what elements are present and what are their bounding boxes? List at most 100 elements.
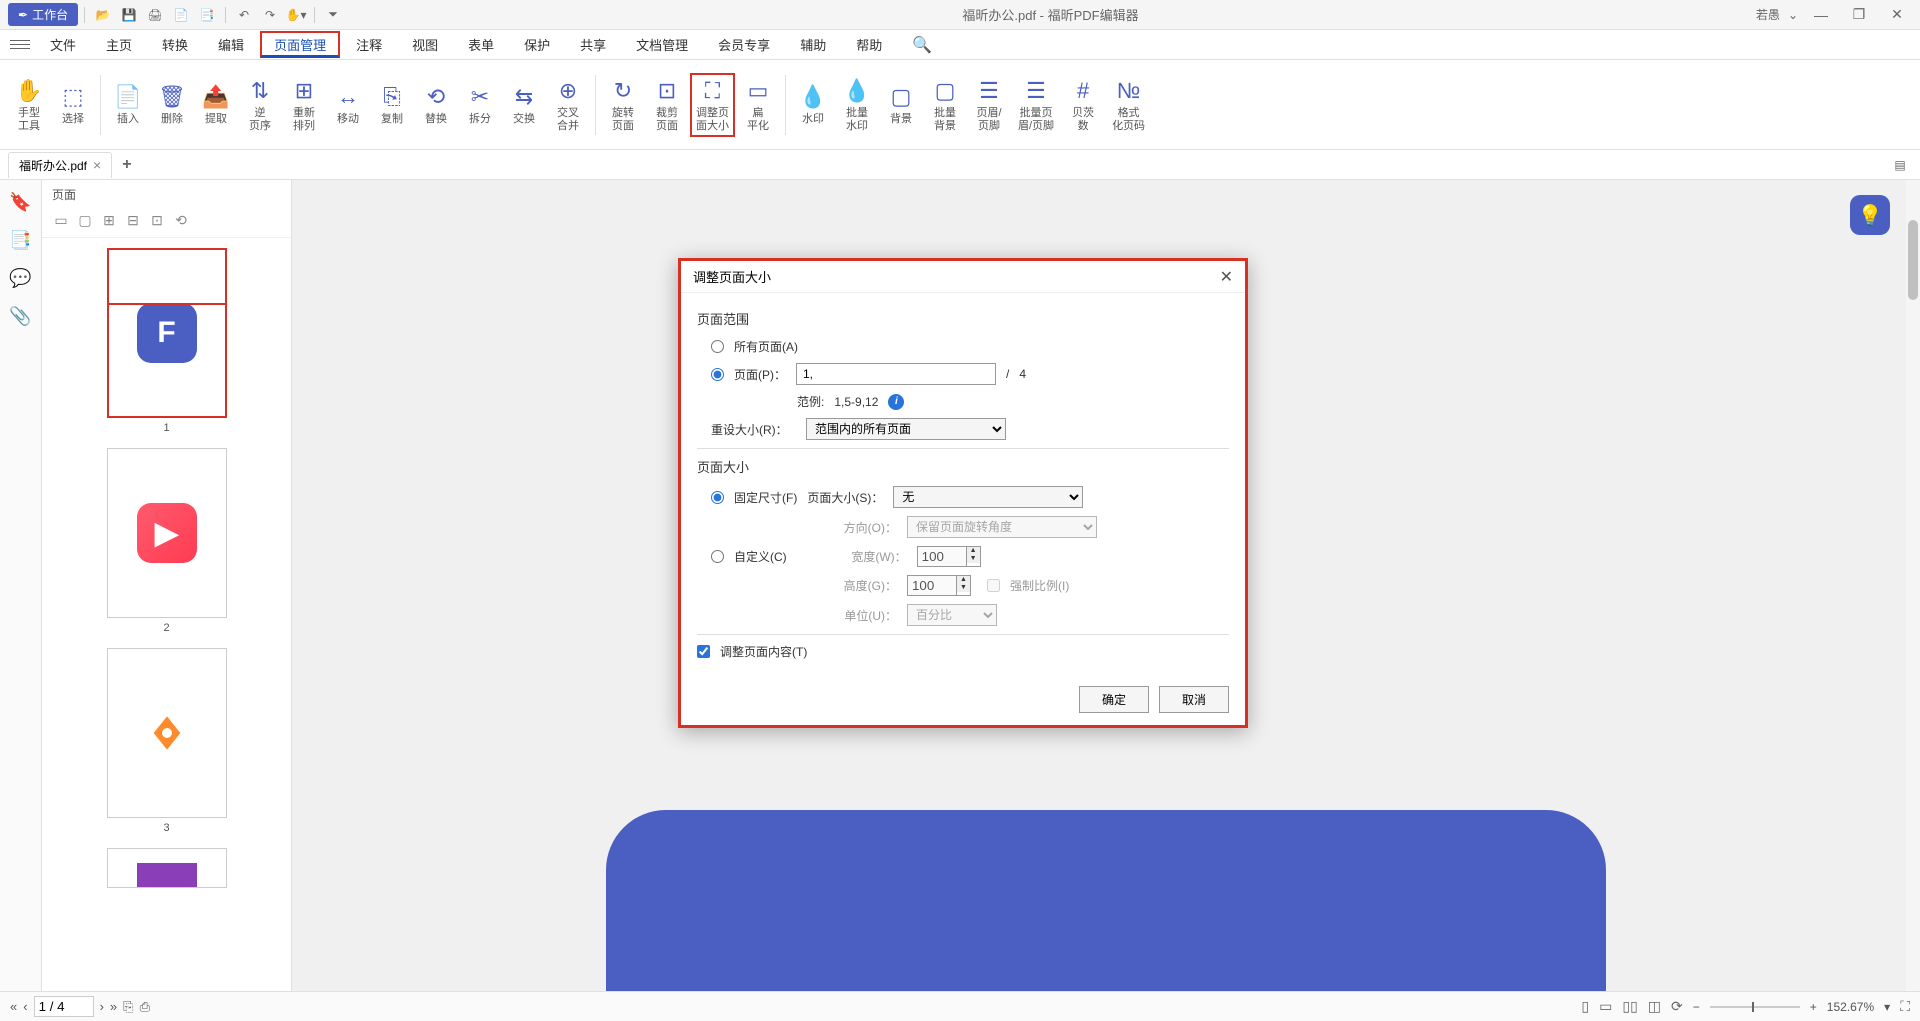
thumb-tool-3[interactable]: ⊞ (100, 211, 118, 229)
pagesize-select[interactable]: 无 (893, 486, 1083, 508)
minimize-button[interactable]: — (1806, 3, 1836, 27)
all-pages-radio[interactable] (711, 340, 724, 353)
thumb-tool-4[interactable]: ⊟ (124, 211, 142, 229)
batch-header-footer[interactable]: ☰批量页眉/页脚 (1012, 73, 1060, 137)
zoom-slider[interactable] (1710, 1006, 1800, 1008)
last-page-icon[interactable]: » (110, 999, 117, 1014)
info-icon[interactable]: i (888, 394, 904, 410)
insert-page[interactable]: 📄插入 (107, 79, 149, 130)
swap-page[interactable]: ⇆交换 (503, 79, 545, 130)
thumb-tool-5[interactable]: ⊡ (148, 211, 166, 229)
menu-file[interactable]: 文件 (36, 31, 90, 58)
view-single-icon[interactable]: ▯ (1581, 998, 1589, 1015)
attach-icon[interactable]: 📎 (9, 304, 33, 328)
view-rotate-icon[interactable]: ⟳ (1671, 998, 1683, 1015)
chevron-down-icon[interactable]: ⌄ (1788, 8, 1798, 22)
user-name[interactable]: 若愚 (1756, 6, 1780, 23)
menu-protect[interactable]: 保护 (510, 31, 564, 58)
fullscreen-icon[interactable]: ⛶ (1900, 998, 1910, 1015)
replace-page[interactable]: ⟲替换 (415, 79, 457, 130)
panel-toggle-icon[interactable]: ▤ (1888, 153, 1912, 177)
redo-icon[interactable]: ↷ (258, 3, 282, 27)
bookmark-icon[interactable]: 🔖 (9, 190, 33, 214)
bates-number[interactable]: #贝茨数 (1062, 73, 1104, 137)
undo-icon[interactable]: ↶ (232, 3, 256, 27)
extract-page[interactable]: 📤提取 (195, 79, 237, 130)
batch-watermark[interactable]: 💧批量水印 (836, 73, 878, 137)
split-page[interactable]: ✂拆分 (459, 79, 501, 130)
menu-convert[interactable]: 转换 (148, 31, 202, 58)
select-tool[interactable]: ⬚选择 (52, 79, 94, 130)
batch-background[interactable]: ▢批量背景 (924, 73, 966, 137)
comments-icon[interactable]: 💬 (9, 266, 33, 290)
thumb-tool-2[interactable]: ▢ (76, 211, 94, 229)
delete-page[interactable]: 🗑删除 (151, 79, 193, 130)
view-two-icon[interactable]: ▯▯ (1622, 998, 1637, 1015)
next-page-icon[interactable]: › (100, 999, 104, 1014)
zoom-dropdown-icon[interactable]: ▾ (1884, 1000, 1890, 1014)
format-pagenum[interactable]: №格式化页码 (1106, 73, 1151, 137)
thumb-4[interactable] (107, 848, 227, 888)
thumb-list[interactable]: F 1 ▶ 2 3 (42, 238, 291, 991)
hand-dropdown-icon[interactable]: ✋▾ (284, 3, 308, 27)
menu-form[interactable]: 表单 (454, 31, 508, 58)
export-icon[interactable]: 📄 (169, 3, 193, 27)
file-tab[interactable]: 福昕办公.pdf × (8, 152, 112, 178)
menu-annotate[interactable]: 注释 (342, 31, 396, 58)
open-icon[interactable]: 📂 (91, 3, 115, 27)
menu-help[interactable]: 帮助 (842, 31, 896, 58)
view-cont-icon[interactable]: ▭ (1599, 998, 1612, 1015)
hand-tool[interactable]: ✋手型工具 (8, 73, 50, 137)
copy-page[interactable]: ⎘复制 (371, 79, 413, 130)
zoom-out-icon[interactable]: − (1693, 1000, 1700, 1014)
first-page-icon[interactable]: « (10, 999, 17, 1014)
thumb-tool-1[interactable]: ▭ (52, 211, 70, 229)
save-icon[interactable]: 💾 (117, 3, 141, 27)
workspace-button[interactable]: ✒ 工作台 (8, 3, 78, 26)
menu-view[interactable]: 视图 (398, 31, 452, 58)
menu-docmgmt[interactable]: 文档管理 (622, 31, 702, 58)
header-footer[interactable]: ☰页眉/页脚 (968, 73, 1010, 137)
page-box[interactable] (34, 996, 94, 1017)
menu-page-manage[interactable]: 页面管理 (260, 31, 340, 58)
close-tab-icon[interactable]: × (93, 157, 101, 173)
nav-tool-1[interactable]: ⎘ (123, 999, 133, 1015)
rotate-page[interactable]: ↻旋转页面 (602, 73, 644, 137)
zoom-in-icon[interactable]: + (1810, 1000, 1817, 1014)
menu-vip[interactable]: 会员专享 (704, 31, 784, 58)
page-input[interactable] (796, 363, 996, 385)
ok-button[interactable]: 确定 (1079, 686, 1149, 713)
menu-assist[interactable]: 辅助 (786, 31, 840, 58)
search-icon[interactable]: 🔍 (898, 31, 946, 59)
close-button[interactable]: ✕ (1882, 3, 1912, 27)
add-tab-button[interactable]: + (122, 156, 131, 174)
print-icon[interactable]: 🖨 (143, 3, 167, 27)
fixed-radio[interactable] (711, 491, 724, 504)
thumb-3[interactable]: 3 (107, 648, 227, 834)
move-page[interactable]: ↔移动 (327, 79, 369, 130)
reverse-order[interactable]: ⇅逆页序 (239, 73, 281, 137)
newpage-icon[interactable]: 📑 (195, 3, 219, 27)
flatten[interactable]: ▭扁平化 (737, 73, 779, 137)
crop-page[interactable]: ⊡裁剪页面 (646, 73, 688, 137)
adjust-content-checkbox[interactable] (697, 645, 710, 658)
nav-tool-2[interactable]: ⎙ (140, 999, 150, 1015)
thumb-2[interactable]: ▶ 2 (107, 448, 227, 634)
maximize-button[interactable]: ❐ (1844, 3, 1874, 27)
thumb-1[interactable]: F 1 (107, 248, 227, 434)
menu-share[interactable]: 共享 (566, 31, 620, 58)
background[interactable]: ▢背景 (880, 79, 922, 130)
cancel-button[interactable]: 取消 (1159, 686, 1229, 713)
thumb-tool-6[interactable]: ⟲ (172, 211, 190, 229)
page-radio[interactable] (711, 368, 724, 381)
resize-page[interactable]: ⛶调整页面大小 (690, 73, 735, 137)
hamburger-icon[interactable] (10, 40, 30, 49)
dialog-close-icon[interactable]: ✕ (1220, 267, 1233, 287)
watermark[interactable]: 💧水印 (792, 79, 834, 130)
prev-page-icon[interactable]: ‹ (23, 999, 27, 1014)
overflow-icon[interactable]: ⏷ (321, 3, 345, 27)
cross-merge[interactable]: ⊕交叉合并 (547, 73, 589, 137)
hint-button[interactable]: 💡 (1850, 195, 1890, 235)
custom-radio[interactable] (711, 550, 724, 563)
rearrange[interactable]: ⊞重新排列 (283, 73, 325, 137)
